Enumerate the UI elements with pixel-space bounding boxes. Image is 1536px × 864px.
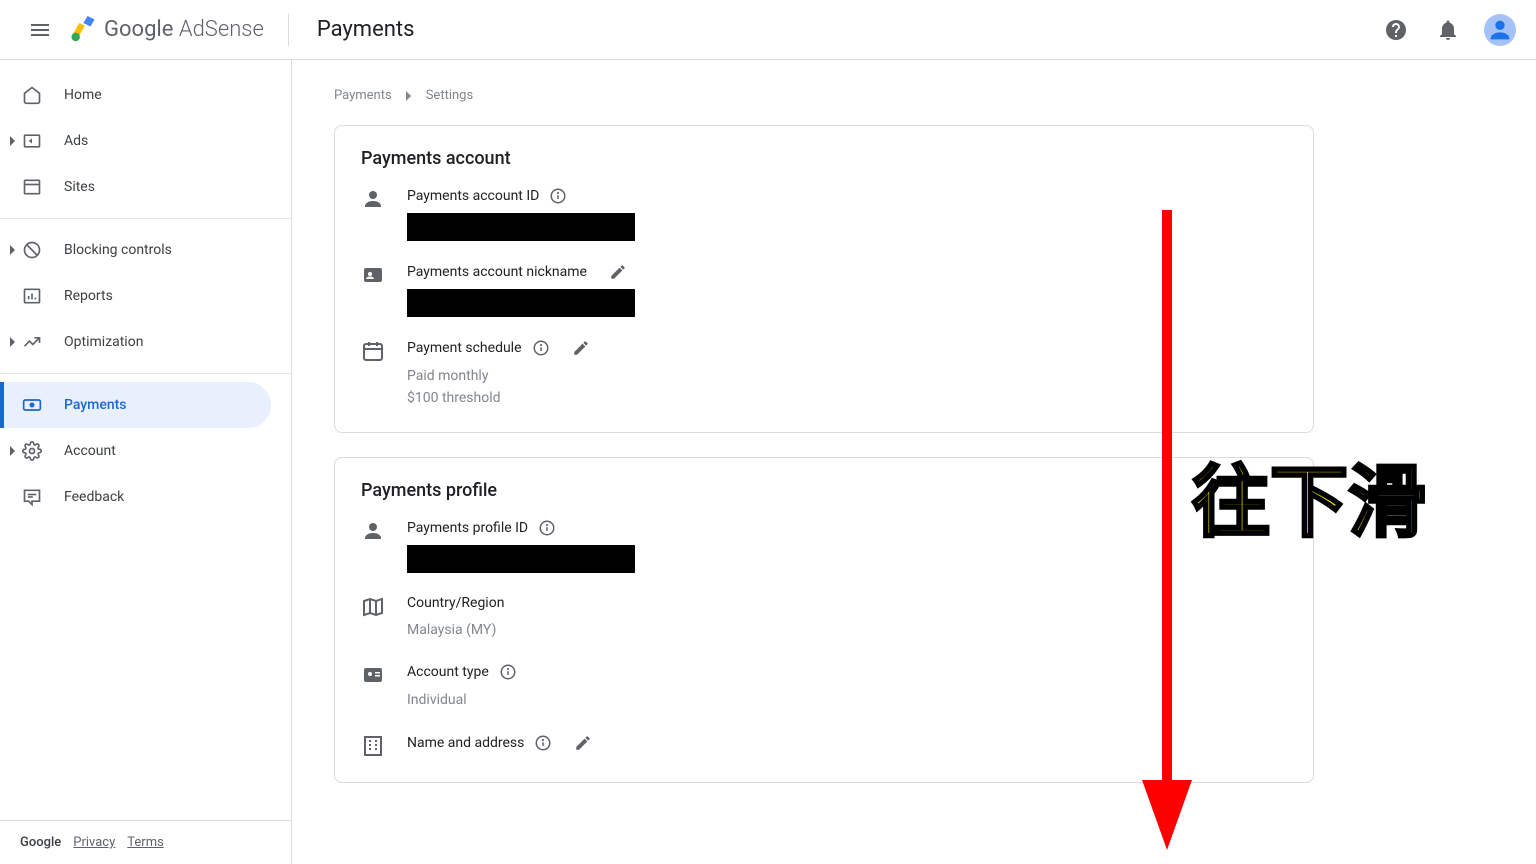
feedback-icon [20,485,44,509]
calendar-icon [361,339,385,363]
chevron-right-icon [8,136,18,146]
notifications-button[interactable] [1428,10,1468,50]
app-header: Google AdSense Payments [0,0,1536,60]
field-value: $100 threshold [407,387,1287,409]
nav-label: Account [64,443,116,459]
breadcrumb: Payments Settings [334,88,1494,103]
id-card-icon [361,663,385,687]
chevron-right-icon [8,446,18,456]
chevron-right-icon [406,91,412,101]
edit-button[interactable] [609,263,627,281]
main-content: Payments Settings Payments account Payme… [292,60,1536,864]
field-label: Payments account ID [407,188,539,204]
header-actions [1376,10,1520,50]
info-icon[interactable] [532,339,550,357]
card-title: Payments account [361,148,1287,169]
breadcrumb-root[interactable]: Payments [334,88,392,103]
edit-button[interactable] [574,734,592,752]
help-button[interactable] [1376,10,1416,50]
field-value: Individual [407,689,1287,711]
gear-icon [20,439,44,463]
sidebar-item-account[interactable]: Account [0,428,271,474]
redacted-value [407,213,635,241]
field-label: Payments account nickname [407,264,587,280]
info-icon[interactable] [538,519,556,537]
field-label: Name and address [407,735,524,751]
field-account-type: Account type Individual [361,663,1287,711]
nav-label: Blocking controls [64,242,172,258]
nav-label: Sites [64,179,95,195]
brand-logo[interactable]: Google AdSense [68,16,264,44]
nav-label: Reports [64,288,113,304]
field-label: Account type [407,664,489,680]
nav-label: Home [64,87,102,103]
brand-text: Google AdSense [104,17,264,42]
field-payment-schedule: Payment schedule Paid monthly $100 thres… [361,339,1287,410]
sidebar-item-optimization[interactable]: Optimization [0,319,271,365]
sidebar-item-payments[interactable]: Payments [0,382,271,428]
field-value: Malaysia (MY) [407,619,1287,641]
map-icon [361,595,385,619]
optimization-icon [20,330,44,354]
card-title: Payments profile [361,480,1287,501]
avatar [1484,14,1516,46]
footer-terms-link[interactable]: Terms [127,835,164,850]
chevron-right-icon [8,245,18,255]
sidebar-footer: Google Privacy Terms [0,820,291,864]
help-icon [1384,18,1408,42]
field-label: Payment schedule [407,340,522,356]
info-icon[interactable] [499,663,517,681]
sidebar-item-feedback[interactable]: Feedback [0,474,271,520]
redacted-value [407,545,635,573]
field-label: Country/Region [407,595,504,611]
payments-icon [20,393,44,417]
payments-account-card: Payments account Payments account ID Pay… [334,125,1314,433]
nav-label: Feedback [64,489,124,505]
nav: Home Ads Sites Blocking controls [0,60,291,820]
sidebar-item-home[interactable]: Home [0,72,271,118]
reports-icon [20,284,44,308]
field-value: Paid monthly [407,365,1287,387]
breadcrumb-child: Settings [426,88,473,103]
payments-profile-card: Payments profile Payments profile ID Cou… [334,457,1314,783]
block-icon [20,238,44,262]
sidebar: Home Ads Sites Blocking controls [0,60,292,864]
hamburger-icon [28,18,52,42]
field-name-address: Name and address [361,734,1287,760]
field-profile-id: Payments profile ID [361,519,1287,573]
sites-icon [20,175,44,199]
info-icon[interactable] [549,187,567,205]
field-account-id: Payments account ID [361,187,1287,241]
sidebar-item-ads[interactable]: Ads [0,118,271,164]
adsense-icon [68,16,96,44]
home-icon [20,83,44,107]
field-country: Country/Region Malaysia (MY) [361,595,1287,641]
building-icon [361,734,385,758]
header-divider [288,14,289,46]
field-account-nickname: Payments account nickname [361,263,1287,317]
field-label: Payments profile ID [407,520,528,536]
nav-label: Optimization [64,334,143,350]
ads-icon [20,129,44,153]
sidebar-item-sites[interactable]: Sites [0,164,271,210]
edit-button[interactable] [572,339,590,357]
menu-button[interactable] [16,6,64,54]
redacted-value [407,289,635,317]
account-button[interactable] [1480,10,1520,50]
bell-icon [1436,18,1460,42]
nav-label: Payments [64,397,127,413]
badge-icon [361,263,385,287]
sidebar-item-blocking[interactable]: Blocking controls [0,227,271,273]
nav-label: Ads [64,133,88,149]
footer-google: Google [20,835,61,850]
person-icon [361,187,385,211]
page-title: Payments [317,17,415,42]
person-icon [361,519,385,543]
chevron-right-icon [8,337,18,347]
footer-privacy-link[interactable]: Privacy [73,835,115,850]
info-icon[interactable] [534,734,552,752]
sidebar-item-reports[interactable]: Reports [0,273,271,319]
